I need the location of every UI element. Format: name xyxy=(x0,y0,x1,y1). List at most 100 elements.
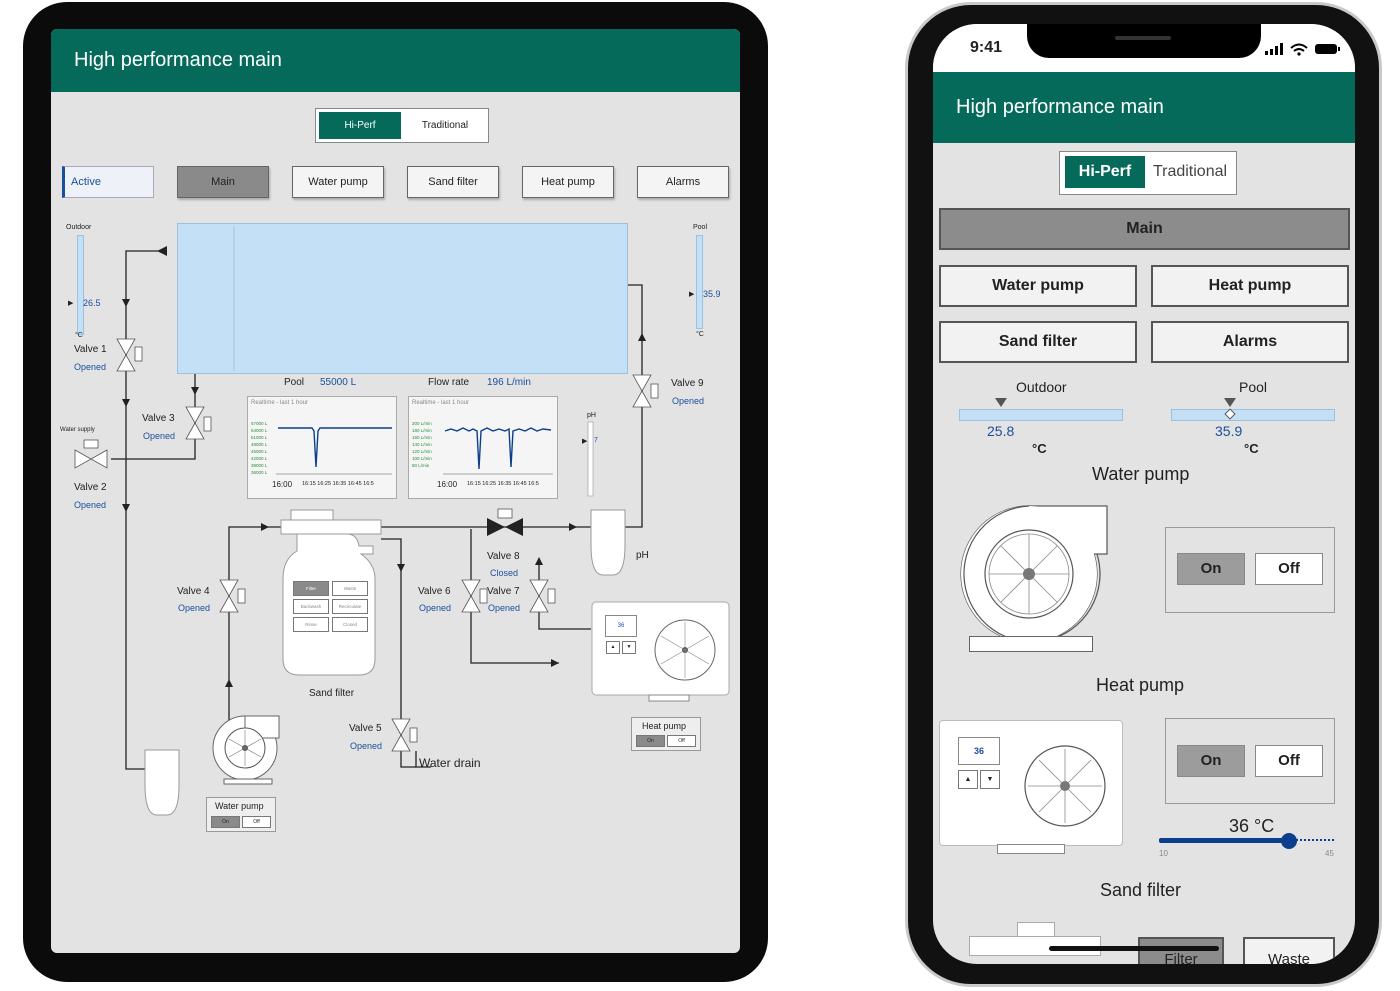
slider-max-label: 45 xyxy=(1325,849,1334,858)
valve3-state[interactable]: Opened xyxy=(143,431,175,441)
phone-heat-pump-up-button[interactable]: ▲ xyxy=(958,770,978,789)
valve7-state[interactable]: Opened xyxy=(488,603,520,613)
flow-chart-title: Realtime - last 1 hour xyxy=(412,400,470,406)
ph-tank-label: pH xyxy=(636,550,649,561)
phone-nav-water-pump-button[interactable]: Water pump xyxy=(939,265,1137,307)
sand-filter-mode-backwash-button[interactable]: Backwash xyxy=(293,599,329,614)
phone-water-pump-off-button[interactable]: Off xyxy=(1255,553,1323,585)
phone-water-pump-base xyxy=(969,636,1093,652)
outdoor-temp-value: 26.5 xyxy=(83,298,101,308)
heat-pump-off-button[interactable]: Off xyxy=(667,735,696,747)
heat-pump-up-button[interactable]: ▲ xyxy=(606,641,620,654)
water-pump-off-button[interactable]: Off xyxy=(242,816,271,828)
phone-outdoor-bar xyxy=(959,409,1123,421)
y-tick-label: 54000 L xyxy=(251,428,268,433)
status-time: 9:41 xyxy=(970,39,1003,56)
phone-water-pump-title: Water pump xyxy=(1092,464,1190,484)
y-tick-label: 39000 L xyxy=(251,463,268,468)
heat-pump-on-button[interactable]: On xyxy=(636,735,665,747)
flow-chart-plot xyxy=(443,427,553,475)
heat-pump-control: Heat pump On Off xyxy=(631,717,701,751)
outdoor-label: Outdoor xyxy=(66,224,92,231)
y-tick-label: 80 L/min xyxy=(412,463,430,468)
y-tick-label: 48000 L xyxy=(251,442,268,447)
phone-heat-pump-down-button[interactable]: ▼ xyxy=(980,770,1000,789)
water-pump-on-button[interactable]: On xyxy=(211,816,240,828)
phone-mode-traditional-button[interactable]: Traditional xyxy=(1148,156,1232,188)
phone-outdoor-value: 25.8 xyxy=(987,423,1015,439)
phone-sand-filter-waste-button[interactable]: Waste xyxy=(1243,937,1335,964)
phone-mode-hiperf-button[interactable]: Hi-Perf xyxy=(1065,156,1145,188)
phone-nav-main-button[interactable]: Main xyxy=(939,208,1350,250)
phone-nav-sand-filter-button[interactable]: Sand filter xyxy=(939,321,1137,363)
water-drain-label: Water drain xyxy=(419,756,481,770)
phone-setpoint-slider[interactable] xyxy=(1159,833,1334,849)
y-tick-label: 200 L/min xyxy=(412,421,432,426)
volume-chart-xstart: 16:00 xyxy=(272,480,293,489)
valve8-state[interactable]: Closed xyxy=(490,568,518,578)
y-tick-label: 45000 L xyxy=(251,449,268,454)
pool-level-display xyxy=(177,223,628,374)
phone-notch xyxy=(1027,24,1261,58)
valve7-name: Valve 7 xyxy=(487,586,520,597)
y-tick-label: 51000 L xyxy=(251,435,268,440)
pool-temp-marker: ▶ xyxy=(689,291,695,298)
y-tick-label: 160 L/min xyxy=(412,435,432,440)
valve4-state[interactable]: Opened xyxy=(178,603,210,613)
sand-filter-mode-waste-button[interactable]: Waste xyxy=(332,581,368,596)
phone-sand-filter-title: Sand filter xyxy=(1100,880,1182,900)
flow-rate-chart: Realtime - last 1 hour 200 L/min 180 L/mi… xyxy=(408,396,558,499)
phone-header: High performance main xyxy=(933,72,1355,143)
ph-gauge-label: pH xyxy=(587,412,596,419)
phone-heat-pump-base xyxy=(997,844,1065,854)
phone-heat-pump-on-button[interactable]: On xyxy=(1177,745,1245,777)
phone-nav-alarms-button[interactable]: Alarms xyxy=(1151,321,1349,363)
valve5-name: Valve 5 xyxy=(349,723,382,734)
heat-pump-display: 36 xyxy=(605,615,637,637)
volume-chart-plot xyxy=(276,427,392,475)
home-indicator xyxy=(1049,946,1219,951)
status-icons xyxy=(1265,43,1340,56)
phone-heat-pump-unit: 36 ▲ ▼ xyxy=(939,720,1123,846)
valve5-state[interactable]: Opened xyxy=(350,741,382,751)
y-tick-label: 140 L/min xyxy=(412,442,432,447)
sand-filter-mode-recirculate-button[interactable]: Recirculate xyxy=(332,599,368,614)
valve6-state[interactable]: Opened xyxy=(419,603,451,613)
phone-heat-pump-display: 36 xyxy=(958,737,1000,765)
sand-filter-mode-rinse-button[interactable]: Rinse xyxy=(293,617,329,632)
y-tick-label: 36000 L xyxy=(251,470,268,475)
valve4-name: Valve 4 xyxy=(177,586,210,597)
flow-chart-xticks: 16:15 16:25 16:35 16:45 16:5 xyxy=(467,481,539,487)
phone-pool-marker xyxy=(1224,398,1236,407)
phone-water-pump-on-button[interactable]: On xyxy=(1177,553,1245,585)
valve9-state[interactable]: Opened xyxy=(672,396,704,406)
valve2-state[interactable]: Opened xyxy=(74,500,106,510)
valve3-name: Valve 3 xyxy=(142,413,175,424)
y-tick-label: 100 L/min xyxy=(412,456,432,461)
valve1-name: Valve 1 xyxy=(74,344,107,355)
pool-temp-unit: °C xyxy=(696,331,704,338)
sand-filter-mode-filter-button[interactable]: Filter xyxy=(293,581,329,596)
phone-heat-pump-control: On Off xyxy=(1165,718,1335,804)
slider-thumb[interactable] xyxy=(1280,833,1297,849)
phone-pool-unit: °C xyxy=(1244,441,1259,456)
valve9-name: Valve 9 xyxy=(671,378,704,389)
heat-pump-control-label: Heat pump xyxy=(642,721,687,731)
phone-outdoor-label: Outdoor xyxy=(1016,379,1067,395)
pool-volume-chart: Realtime - last 1 hour 57000 L 54000 L 510… xyxy=(247,396,397,499)
phone-nav-heat-pump-button[interactable]: Heat pump xyxy=(1151,265,1349,307)
heat-pump-down-button[interactable]: ▼ xyxy=(622,641,636,654)
ph-marker: ▶ xyxy=(582,438,588,445)
pool-thermometer xyxy=(696,235,703,329)
tablet-screen: High performance main Hi-Perf Traditiona… xyxy=(51,29,740,953)
valve1-state[interactable]: Opened xyxy=(74,362,106,372)
phone-pool-label: Pool xyxy=(1239,379,1268,395)
pool-volume-value: 55000 L xyxy=(320,377,357,388)
sand-filter-mode-closed-button[interactable]: Closed xyxy=(332,617,368,632)
phone-mode-toggle: Hi-Perf Traditional xyxy=(1059,151,1237,195)
outdoor-thermometer xyxy=(77,235,84,335)
phone-heat-pump-title: Heat pump xyxy=(1096,675,1185,695)
phone-outdoor-unit: °C xyxy=(1032,441,1047,456)
sand-filter-label: Sand filter xyxy=(309,688,355,699)
phone-heat-pump-off-button[interactable]: Off xyxy=(1255,745,1323,777)
